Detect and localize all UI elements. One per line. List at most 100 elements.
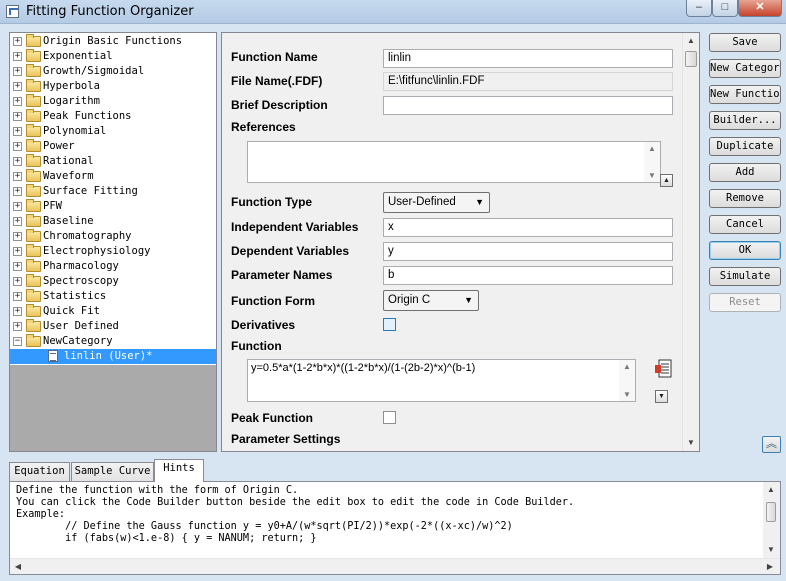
expand-icon[interactable]: + bbox=[13, 37, 22, 46]
new-category-button[interactable]: New Category bbox=[709, 59, 781, 78]
scroll-down-icon[interactable]: ▼ bbox=[644, 171, 660, 180]
hints-vertical-scrollbar[interactable]: ▲ ▼ bbox=[763, 482, 780, 558]
independent-variables-input[interactable]: x bbox=[383, 218, 673, 237]
scroll-thumb[interactable] bbox=[685, 51, 697, 67]
scroll-up-icon[interactable]: ▲ bbox=[619, 362, 635, 371]
tree-category-item[interactable]: − NewCategory bbox=[10, 334, 216, 349]
maximize-button[interactable]: □ bbox=[712, 0, 738, 17]
hints-panel[interactable]: Define the function with the form of Ori… bbox=[9, 481, 781, 575]
function-form-select[interactable]: Origin C ▼ bbox=[383, 290, 479, 311]
function-name-input[interactable]: linlin bbox=[383, 49, 673, 68]
expand-icon[interactable]: + bbox=[13, 292, 22, 301]
expand-icon[interactable]: + bbox=[13, 202, 22, 211]
scroll-up-icon[interactable]: ▲ bbox=[763, 482, 779, 498]
tab-equation[interactable]: Equation bbox=[9, 462, 70, 481]
builder-button[interactable]: Builder... bbox=[709, 111, 781, 130]
remove-button[interactable]: Remove bbox=[709, 189, 781, 208]
tree-category-item[interactable]: + Baseline bbox=[10, 214, 216, 229]
simulate-button[interactable]: Simulate bbox=[709, 267, 781, 286]
expand-function-button[interactable]: ▼ bbox=[655, 390, 668, 403]
hints-horizontal-scrollbar[interactable]: ◀ ▶ bbox=[10, 558, 780, 574]
expand-icon[interactable]: + bbox=[13, 67, 22, 76]
dependent-variables-input[interactable]: y bbox=[383, 242, 673, 261]
references-scrollbar[interactable]: ▲ ▼ bbox=[644, 142, 660, 182]
tree-category-item[interactable]: + Statistics bbox=[10, 289, 216, 304]
add-button[interactable]: Add bbox=[709, 163, 781, 182]
expand-icon[interactable]: + bbox=[13, 52, 22, 61]
expand-icon[interactable]: + bbox=[13, 217, 22, 226]
tree-category-label: Power bbox=[43, 140, 75, 152]
expand-icon[interactable]: + bbox=[13, 97, 22, 106]
function-file-icon bbox=[48, 350, 58, 362]
scroll-left-icon[interactable]: ◀ bbox=[10, 559, 26, 575]
scroll-up-icon[interactable]: ▲ bbox=[683, 33, 699, 49]
tree-category-item[interactable]: + Pharmacology bbox=[10, 259, 216, 274]
references-textarea[interactable]: ▲ ▼ bbox=[247, 141, 661, 183]
peak-function-checkbox[interactable] bbox=[383, 411, 396, 424]
expand-icon[interactable]: + bbox=[13, 262, 22, 271]
scroll-down-icon[interactable]: ▼ bbox=[683, 435, 699, 451]
tree-category-item[interactable]: + Surface Fitting bbox=[10, 184, 216, 199]
tree-category-item[interactable]: + Hyperbola bbox=[10, 79, 216, 94]
expand-icon[interactable]: + bbox=[13, 172, 22, 181]
tree-category-label: Origin Basic Functions bbox=[43, 35, 183, 47]
brief-description-input[interactable] bbox=[383, 96, 673, 115]
tree-category-item[interactable]: + Exponential bbox=[10, 49, 216, 64]
code-builder-button[interactable] bbox=[655, 359, 672, 379]
scroll-thumb[interactable] bbox=[766, 502, 776, 522]
cancel-button[interactable]: Cancel bbox=[709, 215, 781, 234]
expand-icon[interactable]: + bbox=[13, 277, 22, 286]
expand-icon[interactable]: + bbox=[13, 112, 22, 121]
expand-references-button[interactable]: ▲ bbox=[660, 174, 673, 187]
new-function-button[interactable]: New Function bbox=[709, 85, 781, 104]
tab-sample-curve[interactable]: Sample Curve bbox=[71, 462, 154, 481]
function-scrollbar[interactable]: ▲ ▼ bbox=[619, 360, 635, 401]
tree-function-item-selected[interactable]: linlin (User)* bbox=[10, 349, 216, 364]
collapse-icon[interactable]: − bbox=[13, 337, 22, 346]
scroll-down-icon[interactable]: ▼ bbox=[619, 390, 635, 399]
collapse-panel-button[interactable]: ︽ bbox=[762, 436, 781, 453]
tree-category-item[interactable]: + Waveform bbox=[10, 169, 216, 184]
expand-icon[interactable]: + bbox=[13, 82, 22, 91]
close-button[interactable]: ✕ bbox=[738, 0, 782, 17]
expand-icon[interactable]: + bbox=[13, 127, 22, 136]
tree-category-item[interactable]: + Electrophysiology bbox=[10, 244, 216, 259]
ok-button[interactable]: OK bbox=[709, 241, 781, 260]
tree-category-item[interactable]: + Growth/Sigmoidal bbox=[10, 64, 216, 79]
tree-category-item[interactable]: + Chromatography bbox=[10, 229, 216, 244]
tree-category-item[interactable]: + Power bbox=[10, 139, 216, 154]
tree-category-item[interactable]: + Peak Functions bbox=[10, 109, 216, 124]
tree-category-item[interactable]: + Logarithm bbox=[10, 94, 216, 109]
tree-category-item[interactable]: + Polynomial bbox=[10, 124, 216, 139]
function-textarea[interactable]: y=0.5*a*(1-2*b*x)*((1-2*b*x)/(1-(2b-2)*x… bbox=[247, 359, 636, 402]
form-scrollbar[interactable]: ▲ ▼ bbox=[682, 33, 699, 451]
duplicate-button[interactable]: Duplicate bbox=[709, 137, 781, 156]
tree-category-item[interactable]: + Origin Basic Functions bbox=[10, 34, 216, 49]
minimize-button[interactable]: – bbox=[686, 0, 712, 17]
tree-category-item[interactable]: + User Defined bbox=[10, 319, 216, 334]
tree-category-item[interactable]: + Quick Fit bbox=[10, 304, 216, 319]
function-form-value: Origin C bbox=[388, 294, 431, 306]
expand-icon[interactable]: + bbox=[13, 232, 22, 241]
folder-icon bbox=[26, 94, 41, 107]
save-button[interactable]: Save bbox=[709, 33, 781, 52]
expand-icon[interactable]: + bbox=[13, 142, 22, 151]
expand-icon[interactable]: + bbox=[13, 187, 22, 196]
function-category-tree[interactable]: + Origin Basic Functions + Exponential + Grow… bbox=[9, 32, 217, 452]
scroll-down-icon[interactable]: ▼ bbox=[763, 542, 779, 558]
tree-category-item[interactable]: + PFW bbox=[10, 199, 216, 214]
expand-icon[interactable]: + bbox=[13, 307, 22, 316]
scroll-right-icon[interactable]: ▶ bbox=[762, 559, 778, 575]
expand-icon[interactable]: + bbox=[13, 322, 22, 331]
tree-category-item[interactable]: + Spectroscopy bbox=[10, 274, 216, 289]
tree-category-label: Surface Fitting bbox=[43, 185, 138, 197]
tab-hints[interactable]: Hints bbox=[154, 459, 204, 482]
parameter-names-input[interactable]: b bbox=[383, 266, 673, 285]
scroll-up-icon[interactable]: ▲ bbox=[644, 144, 660, 153]
tree-category-item[interactable]: + Rational bbox=[10, 154, 216, 169]
expand-icon[interactable]: + bbox=[13, 157, 22, 166]
open-folder-icon bbox=[26, 334, 41, 347]
function-type-select[interactable]: User-Defined ▼ bbox=[383, 192, 490, 213]
derivatives-checkbox[interactable] bbox=[383, 318, 396, 331]
expand-icon[interactable]: + bbox=[13, 247, 22, 256]
